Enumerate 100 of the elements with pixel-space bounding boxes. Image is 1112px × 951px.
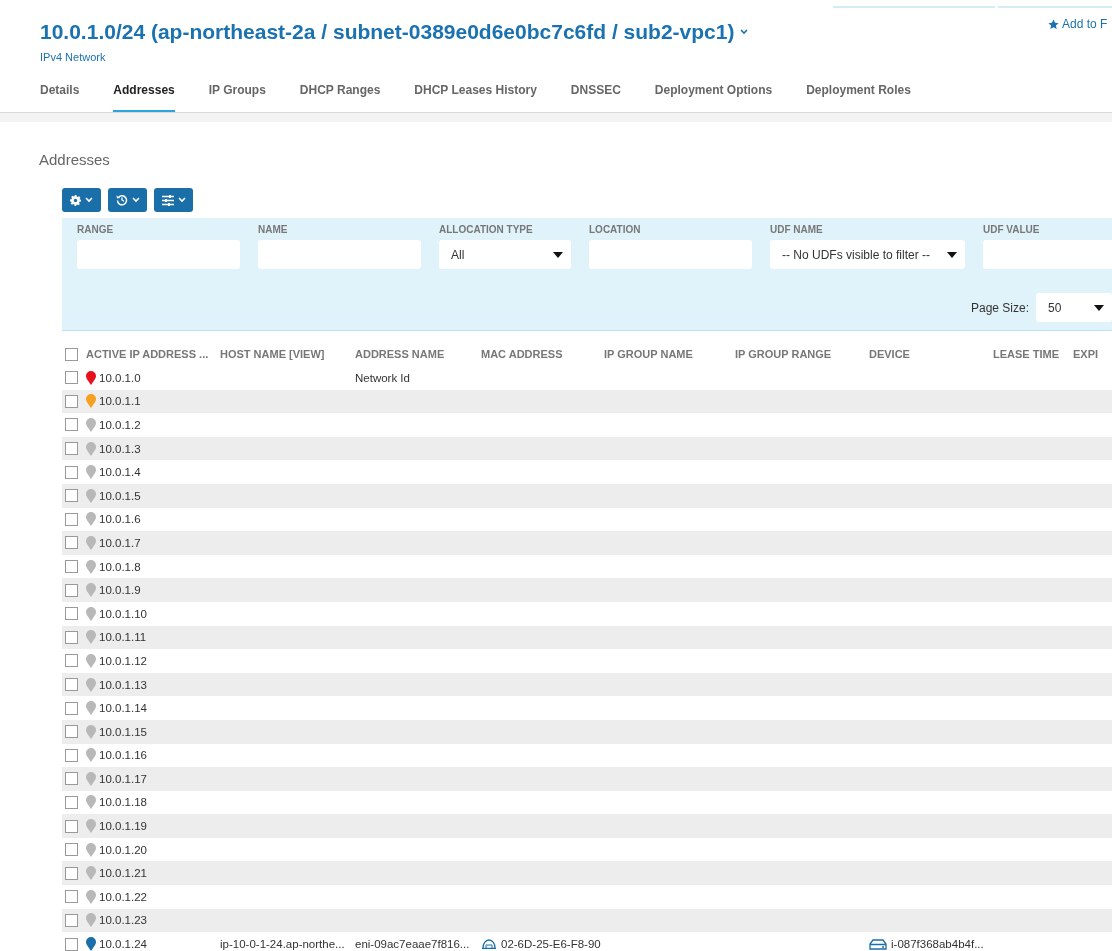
filter-label: LOCATION xyxy=(589,224,642,237)
checkbox[interactable] xyxy=(65,630,78,644)
ip-address: 10.0.1.7 xyxy=(99,536,141,549)
checkbox[interactable] xyxy=(65,583,78,597)
mac-address: 02-6D-25-E6-F8-90 xyxy=(501,938,601,951)
ip-address: 10.0.1.1 xyxy=(99,395,141,408)
ip-address: 10.0.1.14 xyxy=(99,702,147,715)
filter-label: UDF NAME xyxy=(770,224,824,237)
gear-icon xyxy=(70,194,81,206)
checkbox[interactable] xyxy=(65,442,78,456)
address-name: Network Id xyxy=(355,371,410,384)
tab[interactable]: IP Groups xyxy=(191,70,283,112)
tab[interactable]: Details xyxy=(40,70,97,112)
filter-label: NAME xyxy=(258,224,289,237)
tab[interactable]: Deployment Options xyxy=(637,70,790,112)
checkbox[interactable] xyxy=(65,347,78,361)
checkbox[interactable] xyxy=(65,866,78,880)
history-button[interactable] xyxy=(108,188,147,212)
address-name: eni-09ac7eaae7f816... xyxy=(355,938,470,951)
checkbox[interactable] xyxy=(65,536,78,550)
column-header[interactable]: IP GROUP RANGE xyxy=(735,348,869,360)
filter-label: ALLOCATION TYPE xyxy=(439,224,534,237)
ip-address: 10.0.1.2 xyxy=(99,419,141,431)
ip-address: 10.0.1.20 xyxy=(99,843,147,856)
sliders-icon xyxy=(161,194,174,206)
checkbox[interactable] xyxy=(65,890,78,904)
column-header[interactable]: DEVICE xyxy=(869,348,993,360)
ip-address: 10.0.1.4 xyxy=(99,466,141,479)
checkbox[interactable] xyxy=(65,913,78,927)
settings-button[interactable] xyxy=(62,188,101,212)
ip-address: 10.0.1.0 xyxy=(99,371,141,384)
columns-button[interactable] xyxy=(154,188,193,212)
checkbox[interactable] xyxy=(65,819,78,833)
filter-input[interactable] xyxy=(77,240,240,269)
ip-address: 10.0.1.19 xyxy=(99,820,147,833)
caret-down-icon xyxy=(1094,304,1104,311)
column-header[interactable]: ADDRESS NAME xyxy=(355,348,481,360)
checkbox[interactable] xyxy=(65,678,78,691)
checkbox[interactable] xyxy=(65,512,78,526)
favorite-link[interactable]: Add to F xyxy=(1048,17,1108,31)
column-header[interactable]: ACTIVE IP ADDRESS ... xyxy=(86,348,220,360)
star-icon xyxy=(1048,18,1059,30)
tab[interactable]: Deployment Roles xyxy=(789,70,928,112)
ip-address: 10.0.1.6 xyxy=(99,513,141,526)
checkbox[interactable] xyxy=(65,725,78,739)
checkbox[interactable] xyxy=(65,796,78,809)
filter-label: RANGE xyxy=(77,224,115,237)
filter-input[interactable] xyxy=(983,240,1112,269)
tab[interactable]: DHCP Leases History xyxy=(397,70,554,112)
filter-label: UDF VALUE xyxy=(983,224,1041,237)
filter-dropdown[interactable]: All xyxy=(439,240,571,269)
ip-address: 10.0.1.11 xyxy=(99,631,147,644)
ip-address: 10.0.1.22 xyxy=(99,890,147,903)
drive-icon xyxy=(869,938,887,950)
dome-icon xyxy=(481,939,497,950)
column-header[interactable]: HOST NAME [VIEW] xyxy=(220,348,355,360)
ip-address: 10.0.1.3 xyxy=(99,442,141,455)
checkbox[interactable] xyxy=(65,701,78,715)
checkbox[interactable] xyxy=(65,465,78,479)
page-size-dropdown[interactable]: 50 xyxy=(1036,293,1112,322)
caret-down-icon xyxy=(947,251,957,258)
ip-address: 10.0.1.5 xyxy=(99,489,141,502)
ip-address: 10.0.1.18 xyxy=(99,796,147,809)
column-header[interactable]: EXPI xyxy=(1073,348,1112,360)
column-header[interactable]: LEASE TIME xyxy=(993,348,1073,360)
checkbox[interactable] xyxy=(65,654,78,668)
checkbox[interactable] xyxy=(65,560,78,574)
filter-input[interactable] xyxy=(589,240,752,269)
filter-input[interactable] xyxy=(258,240,421,269)
ip-address: 10.0.1.10 xyxy=(99,607,147,620)
tab[interactable]: DNSSEC xyxy=(553,70,638,112)
checkbox[interactable] xyxy=(65,748,78,762)
checkbox[interactable] xyxy=(65,937,78,951)
checkbox[interactable] xyxy=(65,394,78,408)
ip-address: 10.0.1.9 xyxy=(99,584,141,597)
ip-address: 10.0.1.13 xyxy=(99,678,147,691)
checkbox[interactable] xyxy=(65,489,78,503)
caret-down-icon xyxy=(553,251,563,258)
chevron-down-icon xyxy=(85,197,93,203)
ip-address: 10.0.1.15 xyxy=(99,725,147,738)
filter-dropdown[interactable]: -- No UDFs visible to filter -- xyxy=(770,240,965,269)
page-size-label: Page Size: xyxy=(970,300,1029,315)
ip-address: 10.0.1.23 xyxy=(99,914,147,927)
checkbox[interactable] xyxy=(65,371,78,385)
checkbox[interactable] xyxy=(65,772,78,786)
ip-address: 10.0.1.12 xyxy=(99,654,147,667)
ip-address: 10.0.1.17 xyxy=(99,772,147,785)
checkbox[interactable] xyxy=(65,607,78,621)
checkbox[interactable] xyxy=(65,418,78,432)
chevron-down-icon xyxy=(740,29,749,35)
checkbox[interactable] xyxy=(65,843,78,857)
page-subtitle: IPv4 Network xyxy=(40,51,106,63)
section-heading: Addresses xyxy=(38,150,111,170)
ip-address: 10.0.1.21 xyxy=(99,867,147,880)
tab[interactable]: DHCP Ranges xyxy=(282,70,398,112)
column-header[interactable]: IP GROUP NAME xyxy=(604,348,735,360)
chevron-down-icon xyxy=(177,197,186,203)
ip-address: 10.0.1.8 xyxy=(99,560,141,573)
column-header[interactable]: MAC ADDRESS xyxy=(481,348,604,360)
host-name: ip-10-0-1-24.ap-northe... xyxy=(220,938,345,951)
